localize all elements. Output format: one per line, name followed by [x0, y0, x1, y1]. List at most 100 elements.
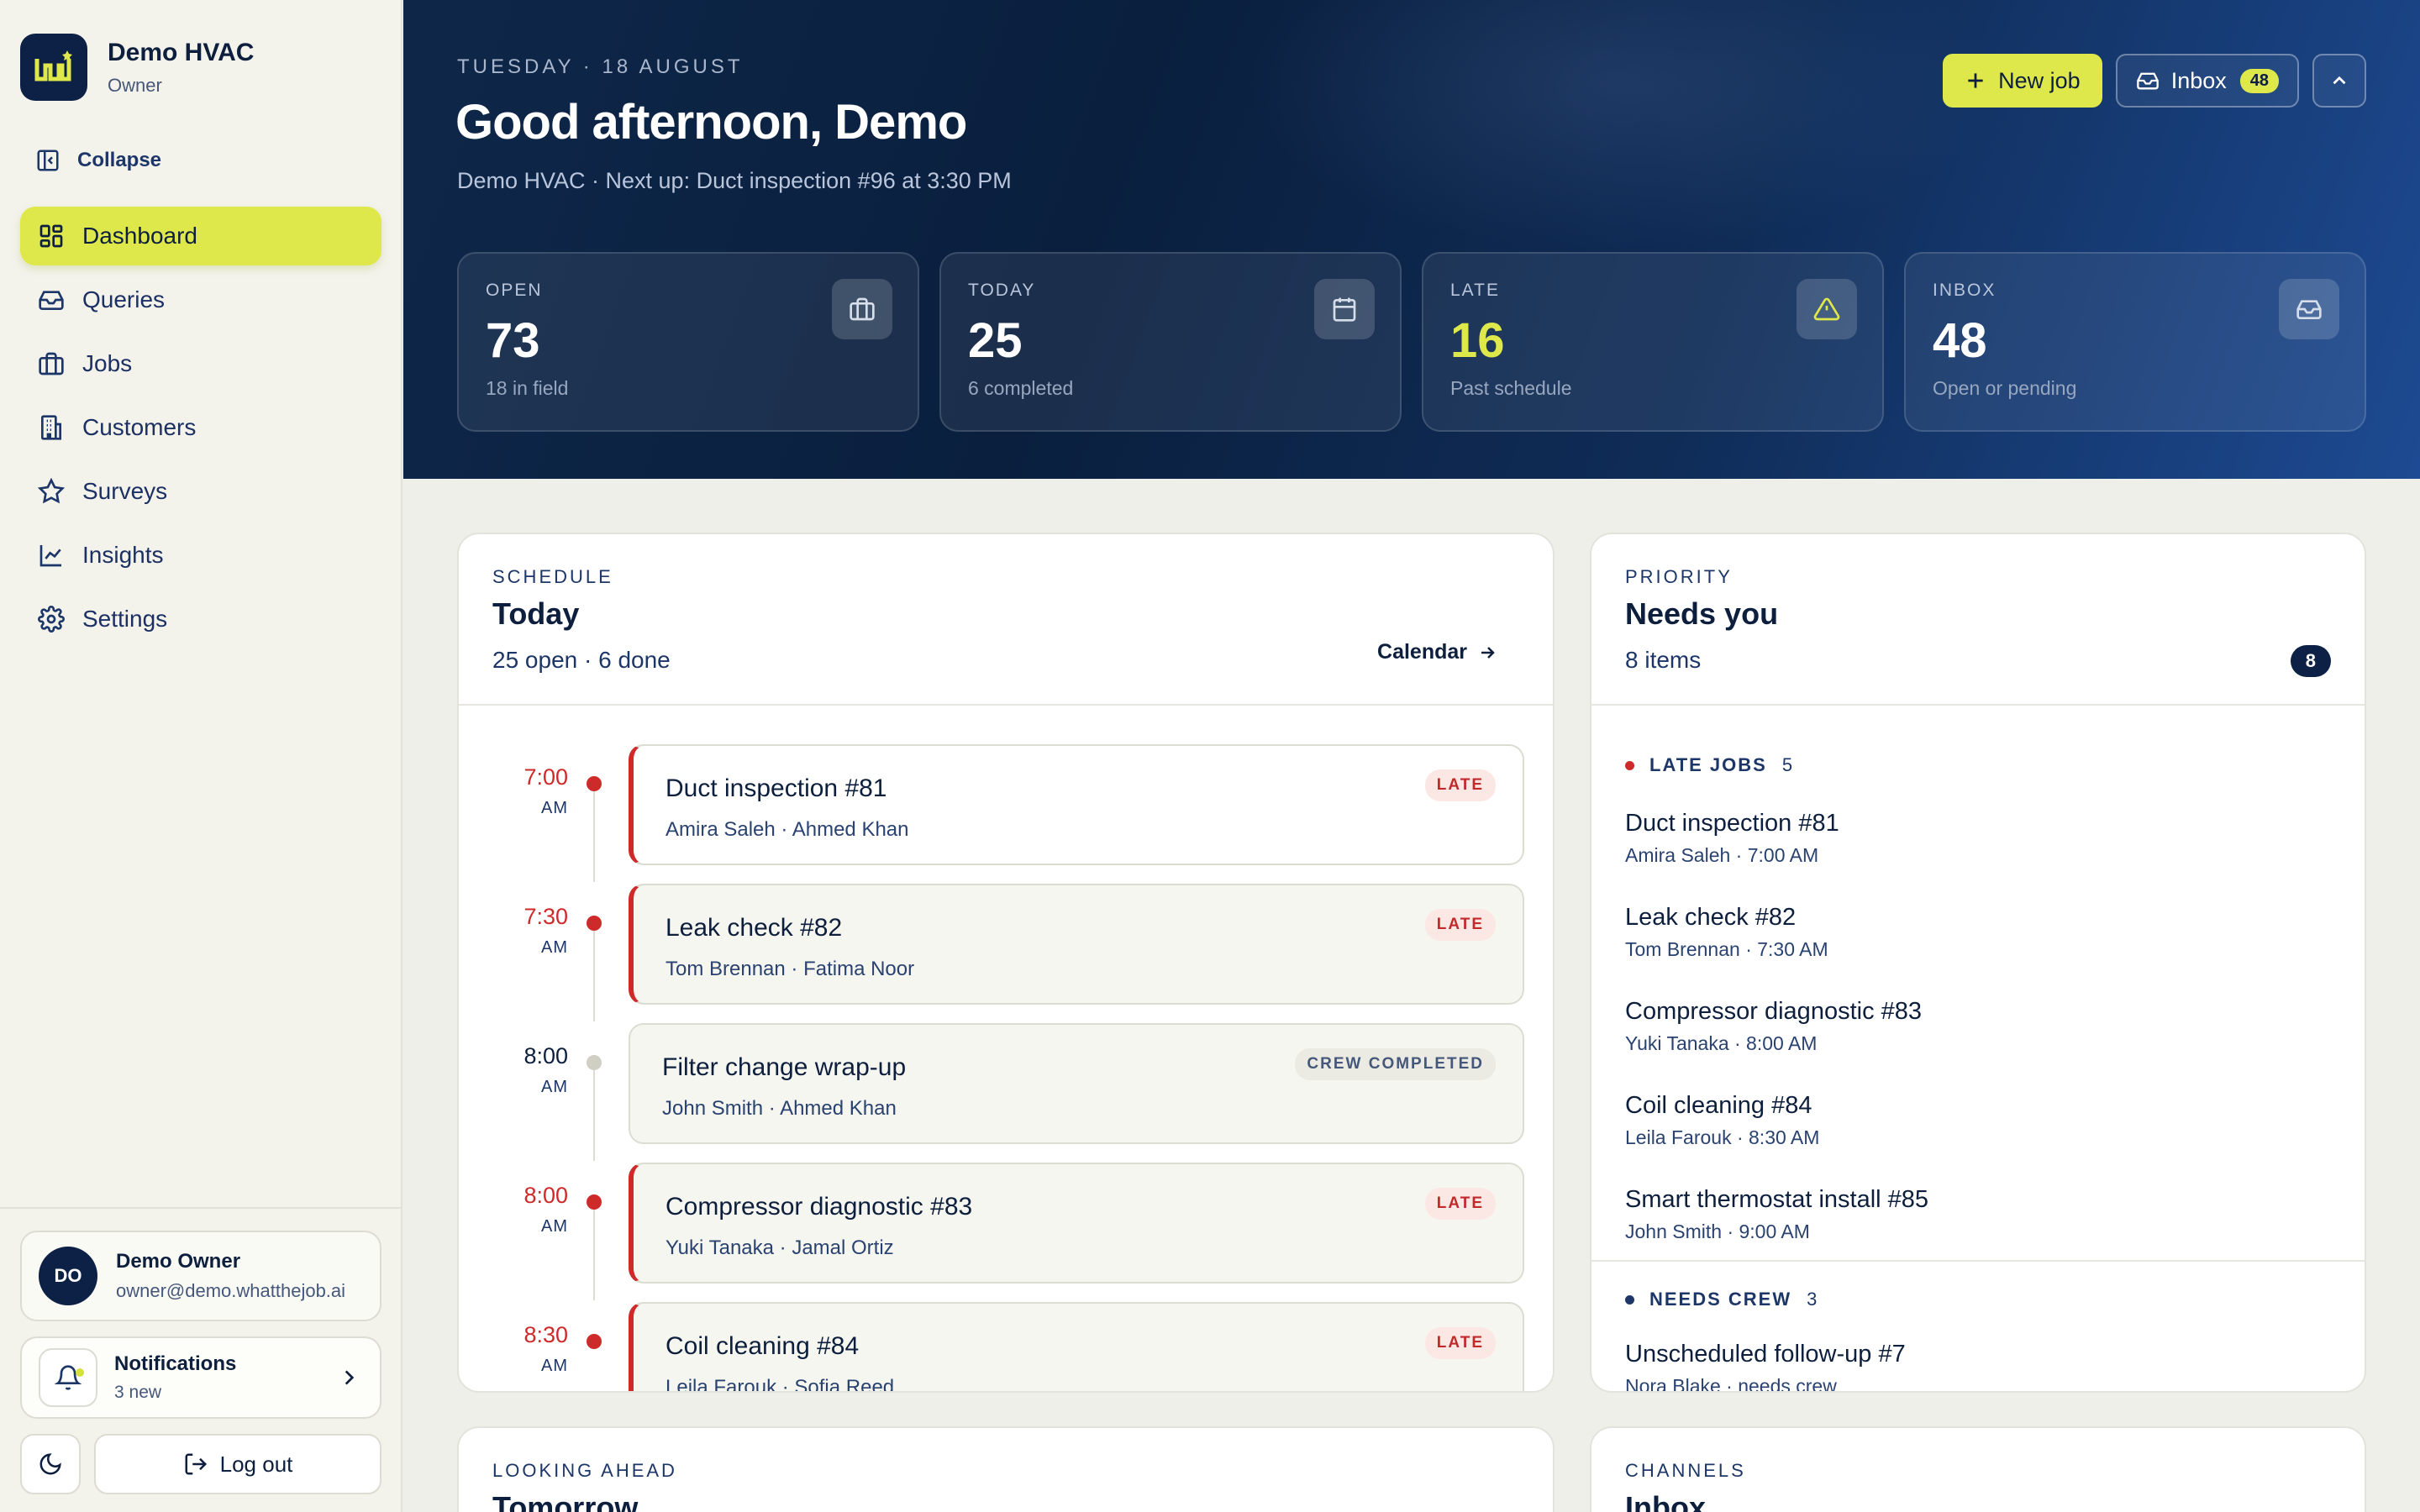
logout-icon [185, 1453, 207, 1475]
briefcase-icon [37, 349, 66, 378]
new-job-label: New job [1998, 67, 2081, 93]
timeline-dot [587, 1194, 602, 1210]
priority-item-title: Leak check #82 [1625, 904, 1797, 931]
inbox-count-badge: 48 [2239, 68, 2279, 93]
job-title: Coil cleaning #84 [666, 1332, 860, 1360]
divider [459, 704, 1553, 706]
stat-sub: 18 in field [486, 377, 569, 399]
job-card[interactable]: Leak check #82 Tom Brennan · Fatima Noor… [629, 884, 1524, 1005]
chevron-right-icon [345, 1370, 355, 1385]
late-dot [1625, 760, 1634, 770]
nav-item-customers[interactable]: Customers [20, 398, 381, 457]
schedule-item: 7:00 AM Duct inspection #81 Amira Saleh … [459, 744, 1553, 882]
chart-line-icon [37, 541, 66, 570]
calendar-label: Calendar [1377, 640, 1467, 664]
warning-icon [1797, 279, 1857, 339]
gear-icon [37, 605, 66, 633]
priority-item-title: Smart thermostat install #85 [1625, 1186, 1929, 1213]
divider [1591, 1260, 2365, 1262]
schedule-item: 7:30 AM Leak check #82 Tom Brennan · Fat… [459, 884, 1553, 1021]
notifications-count: 3 new [114, 1383, 162, 1402]
schedule-time: 8:30 AM [492, 1322, 568, 1376]
schedule-item: 8:00 AM Filter change wrap-up John Smith… [459, 1023, 1553, 1161]
card-title: Tomorrow [492, 1490, 639, 1512]
priority-item[interactable]: Leak check #82 Tom Brennan · 7:30 AM [1625, 904, 1828, 961]
dashboard-header: TUESDAY · 18 AUGUST Good afternoon, Demo… [403, 0, 2420, 479]
collapse-button[interactable]: Collapse [35, 148, 161, 173]
time-ampm: AM [541, 799, 568, 817]
user-card[interactable]: DO Demo Owner owner@demo.whatthejob.ai [20, 1231, 381, 1321]
bell-icon [39, 1348, 97, 1407]
user-email: owner@demo.whatthejob.ai [116, 1280, 346, 1301]
brand[interactable]: Demo HVAC Owner [20, 34, 254, 101]
stat-card-late[interactable]: LATE 16 Past schedule [1422, 252, 1884, 432]
priority-item-title: Coil cleaning #84 [1625, 1092, 1812, 1119]
nav-label: Dashboard [82, 223, 197, 249]
card-subtitle: 25 open · 6 done [492, 647, 671, 673]
notifications-button[interactable]: Notifications 3 new [20, 1336, 381, 1419]
timeline-line [593, 1070, 595, 1161]
priority-item-title: Duct inspection #81 [1625, 810, 1839, 837]
current-date: TUESDAY · 18 AUGUST [457, 55, 744, 78]
card-title: Inbox [1625, 1490, 1706, 1512]
time-ampm: AM [541, 1357, 568, 1375]
stat-card-inbox[interactable]: INBOX 48 Open or pending [1904, 252, 2366, 432]
stat-value: 48 [1933, 313, 1987, 368]
schedule-time: 7:30 AM [492, 904, 568, 958]
star-icon [37, 477, 66, 506]
logout-button[interactable]: Log out [94, 1434, 381, 1494]
nav-item-settings[interactable]: Settings [20, 590, 381, 648]
card-title: Today [492, 596, 580, 631]
card-kicker: SCHEDULE [492, 566, 613, 587]
nav-item-surveys[interactable]: Surveys [20, 462, 381, 521]
priority-item[interactable]: Smart thermostat install #85 John Smith … [1625, 1186, 1928, 1243]
job-card[interactable]: Compressor diagnostic #83 Yuki Tanaka · … [629, 1163, 1524, 1284]
section-count: 3 [1807, 1289, 1818, 1310]
job-title: Duct inspection #81 [666, 774, 887, 802]
notifications-title: Notifications [114, 1352, 237, 1375]
stat-card-today[interactable]: TODAY 25 6 completed [939, 252, 1402, 432]
nav-label: Surveys [82, 478, 168, 504]
inbox-icon [37, 286, 66, 314]
priority-item[interactable]: Compressor diagnostic #83 Yuki Tanaka · … [1625, 998, 1922, 1055]
schedule-time: 8:00 AM [492, 1043, 568, 1097]
job-card[interactable]: Filter change wrap-up John Smith · Ahmed… [629, 1023, 1524, 1144]
priority-item[interactable]: Coil cleaning #84 Leila Farouk · 8:30 AM [1625, 1092, 1819, 1149]
schedule-item: 8:00 AM Compressor diagnostic #83 Yuki T… [459, 1163, 1553, 1300]
priority-item-meta: Leila Farouk · 8:30 AM [1625, 1126, 1820, 1148]
job-crew: Tom Brennan · Fatima Noor [666, 958, 915, 980]
nav-item-jobs[interactable]: Jobs [20, 334, 381, 393]
stat-sub: Past schedule [1450, 377, 1572, 399]
stat-card-open[interactable]: OPEN 73 18 in field [457, 252, 919, 432]
job-card[interactable]: Duct inspection #81 Amira Saleh · Ahmed … [629, 744, 1524, 865]
job-title: Compressor diagnostic #83 [666, 1193, 973, 1221]
nav-label: Jobs [82, 350, 133, 376]
brand-name: Demo HVAC [108, 39, 255, 66]
timeline-dot [587, 916, 602, 931]
stat-sub: Open or pending [1933, 377, 2077, 399]
nav-item-queries[interactable]: Queries [20, 270, 381, 329]
arrow-right-icon [1481, 646, 1495, 659]
job-card[interactable]: Coil cleaning #84 Leila Farouk · Sofia R… [629, 1302, 1524, 1391]
timeline-dot [587, 776, 602, 791]
card-subtitle: 8 items [1625, 647, 1702, 673]
theme-toggle-button[interactable] [20, 1434, 81, 1494]
priority-item-meta: Amira Saleh · 7:00 AM [1625, 844, 1819, 866]
time-value: 8:00 [523, 1183, 568, 1208]
stat-label: LATE [1450, 281, 1500, 300]
priority-item[interactable]: Unscheduled follow-up #7 Nora Blake · ne… [1625, 1341, 1906, 1391]
notification-dot [76, 1368, 84, 1377]
calendar-link[interactable]: Calendar [1377, 640, 1497, 664]
inbox-button[interactable]: Inbox 48 [2115, 54, 2299, 108]
new-job-button[interactable]: New job [1943, 54, 2102, 108]
stats-row: OPEN 73 18 in field TODAY 25 6 completed… [457, 252, 2366, 432]
nav-item-dashboard[interactable]: Dashboard [20, 207, 381, 265]
inbox-icon [2279, 279, 2339, 339]
nav-item-insights[interactable]: Insights [20, 526, 381, 585]
priority-item[interactable]: Duct inspection #81 Amira Saleh · 7:00 A… [1625, 810, 1839, 867]
schedule-time: 7:00 AM [492, 764, 568, 818]
time-ampm: AM [541, 1078, 568, 1096]
schedule-time: 8:00 AM [492, 1183, 568, 1236]
status-badge: CREW COMPLETED [1295, 1048, 1496, 1080]
collapse-header-button[interactable] [2312, 54, 2366, 108]
